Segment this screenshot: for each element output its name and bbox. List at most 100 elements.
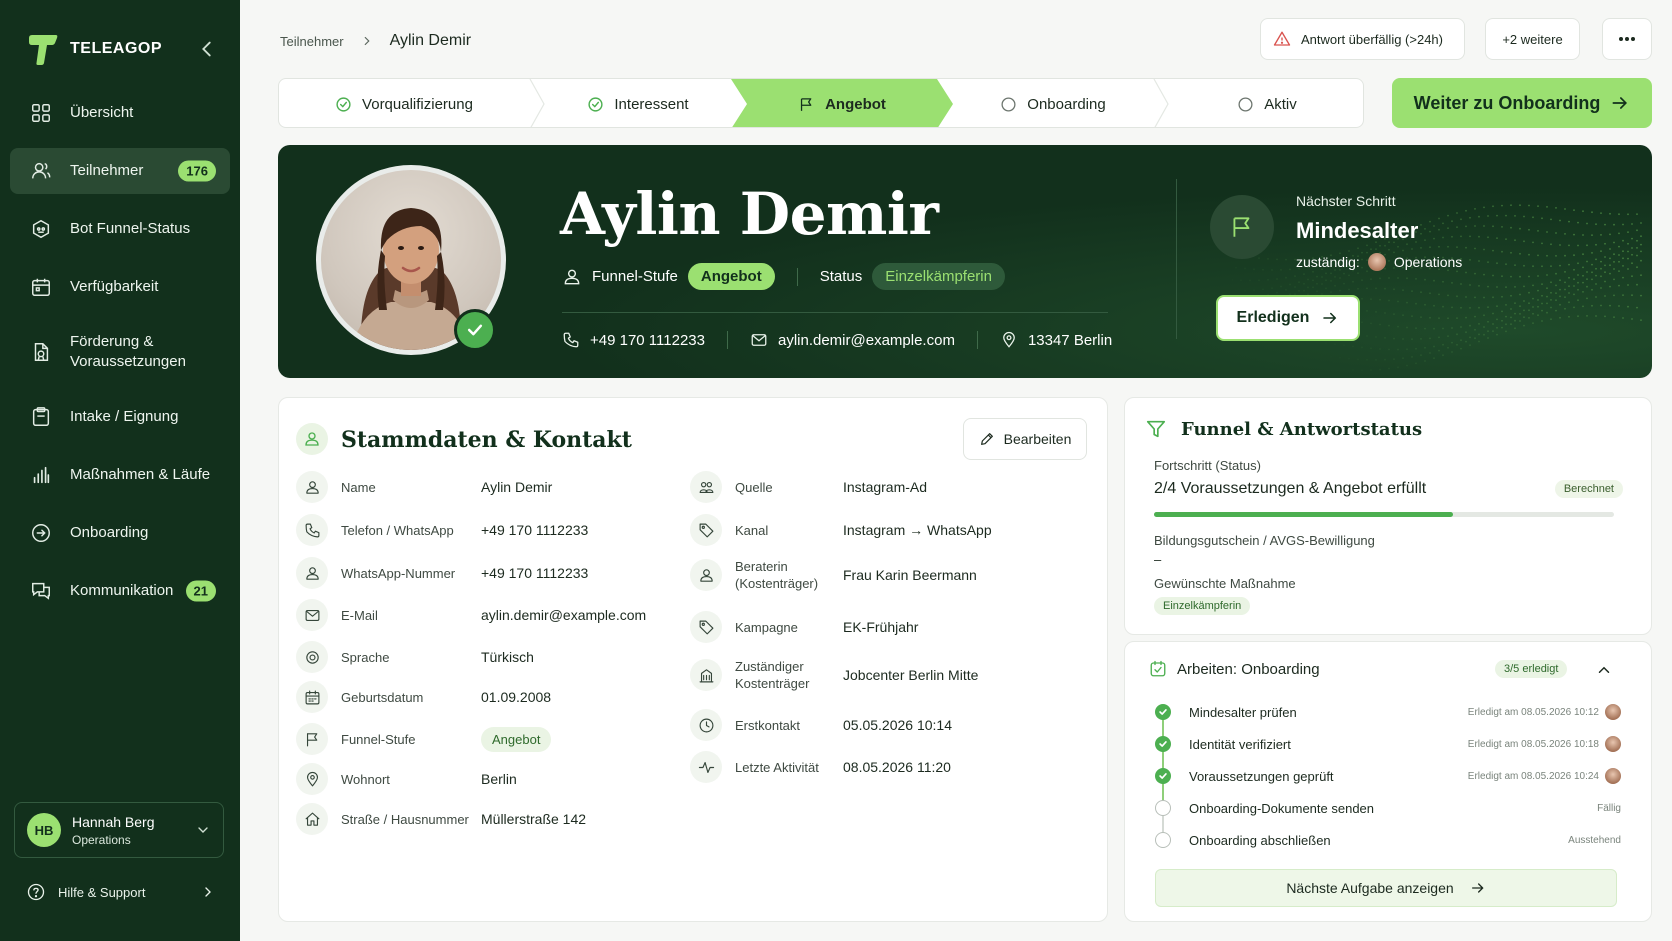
decorative-dot [1487, 320, 1489, 323]
card-title: Arbeiten: Onboarding [1177, 661, 1320, 678]
decorative-dot [1591, 211, 1593, 214]
step-onboarding[interactable]: Onboarding [953, 79, 1153, 127]
step-angebot[interactable]: Angebot [731, 79, 953, 128]
clock-icon [699, 718, 713, 732]
sidebar-item-intake[interactable]: Intake / Eignung [10, 394, 230, 440]
sidebar-item-massnahmen[interactable]: Maßnahmen & Läufe [10, 452, 230, 498]
decorative-dot [1492, 312, 1494, 315]
arrow-right-icon [1323, 312, 1337, 324]
arrow-right-icon [1612, 97, 1628, 109]
task-done-check[interactable] [1155, 704, 1171, 720]
task-name: Mindesalter prüfen [1189, 704, 1297, 720]
next-stage-button[interactable]: Weiter zu Onboarding [1392, 78, 1652, 128]
user-menu[interactable]: HB Hannah Berg Operations [14, 802, 224, 858]
decorative-dot [1631, 223, 1633, 225]
task-done-check[interactable] [1155, 736, 1171, 752]
task-meta: Fällig [1597, 802, 1621, 814]
decorative-dot [1636, 229, 1638, 232]
check-circle-icon [588, 96, 603, 112]
decorative-dot [1235, 290, 1237, 292]
task-item[interactable]: Onboarding-Dokumente senden Fällig [1155, 797, 1621, 819]
decorative-dot [1640, 235, 1642, 238]
sidebar-item-bot-funnel-status[interactable]: Bot Funnel-Status [10, 206, 230, 252]
brand[interactable]: TELEAGOP [26, 32, 162, 66]
task-item[interactable]: Onboarding abschließen Ausstehend [1155, 829, 1621, 851]
more-alerts-button[interactable]: +2 weitere [1485, 18, 1580, 60]
step-aktiv[interactable]: Aktiv [1169, 79, 1363, 127]
measure-label: Gewünschte Maßnahme [1154, 576, 1296, 591]
flag-icon [1233, 217, 1250, 237]
chevron-up-icon[interactable] [1595, 661, 1613, 679]
complete-step-button[interactable]: Erledigen [1216, 295, 1360, 341]
decorative-dot [1289, 283, 1291, 286]
decorative-dot [1510, 226, 1512, 229]
decorative-dot [1420, 232, 1422, 235]
sidebar-item-teilnehmer[interactable]: Teilnehmer 176 [10, 148, 230, 194]
decorative-dot [1550, 218, 1552, 221]
sidebar-item-onboarding[interactable]: Onboarding [10, 510, 230, 556]
decorative-dot [1577, 281, 1579, 284]
decorative-dot [1609, 272, 1611, 275]
decorative-dot [1564, 281, 1566, 284]
field-value: Türkisch [481, 649, 534, 665]
breadcrumb-parent[interactable]: Teilnehmer [280, 34, 344, 49]
phone-icon [563, 332, 579, 348]
step-vorqualifizierung[interactable]: Vorqualifizierung [279, 79, 529, 127]
task-item[interactable]: Identität verifiziert Erledigt am 08.05.2… [1155, 733, 1621, 755]
decorative-dot [1276, 258, 1278, 261]
card-title: Stammdaten & Kontakt [341, 427, 632, 453]
field-label: Wohnort [341, 771, 390, 787]
decorative-dot [1627, 213, 1629, 216]
decorative-dot [1438, 349, 1440, 352]
decorative-dot [1496, 237, 1498, 239]
decorative-dot [1618, 270, 1620, 272]
decorative-dot [1519, 293, 1521, 296]
phone-value[interactable]: +49 170 1112233 [590, 332, 705, 349]
decorative-dot [1505, 323, 1507, 326]
decorative-dot [1537, 205, 1539, 207]
decorative-dot [1559, 303, 1561, 306]
email-value[interactable]: aylin.demir@example.com [778, 332, 955, 349]
sidebar: TELEAGOP Übersicht Teilnehmer 176 Bot Fu… [0, 0, 240, 941]
decorative-dot [1289, 268, 1291, 271]
overdue-alert-button[interactable]: Antwort überfällig (>24h) [1260, 18, 1465, 60]
sidebar-item-kommunikation[interactable]: Kommunikation 21 [10, 568, 230, 614]
decorative-dot [1397, 325, 1399, 328]
task-done-check[interactable] [1155, 768, 1171, 784]
help-support-link[interactable]: Hilfe & Support [26, 882, 212, 902]
decorative-dot [1514, 264, 1516, 266]
sidebar-item-foerderung[interactable]: Förderung & Voraussetzungen [10, 322, 230, 382]
collapse-sidebar-icon[interactable] [196, 38, 218, 60]
field-icon-circle [690, 559, 722, 591]
task-open-check[interactable] [1155, 800, 1171, 816]
decorative-dot [1433, 279, 1435, 282]
decorative-dot [1582, 266, 1584, 269]
edit-button[interactable]: Bearbeiten [963, 418, 1087, 460]
decorative-dot [1510, 294, 1512, 297]
decorative-dot [1465, 316, 1467, 319]
sidebar-item-verfuegbarkeit[interactable]: Verfügbarkeit [10, 264, 230, 310]
decorative-dot [1622, 276, 1624, 279]
breadcrumb: Teilnehmer Aylin Demir [280, 32, 471, 50]
next-task-button[interactable]: Nächste Aufgabe anzeigen [1155, 869, 1617, 907]
decorative-dot [1442, 236, 1444, 239]
decorative-dot [1429, 337, 1431, 340]
decorative-dot [1352, 369, 1354, 371]
more-options-button[interactable] [1602, 18, 1652, 60]
decorative-dot [1640, 319, 1642, 321]
decorative-dot [1501, 275, 1503, 278]
decorative-dot [1640, 250, 1642, 253]
task-item[interactable]: Mindesalter prüfen Erledigt am 08.05.2026… [1155, 701, 1621, 723]
step-interessent[interactable]: Interessent [545, 79, 731, 127]
decorative-dot [1465, 246, 1467, 249]
task-item[interactable]: Voraussetzungen geprüft Erledigt am 08.05… [1155, 765, 1621, 787]
next-stage-label: Weiter zu Onboarding [1413, 92, 1601, 113]
decorative-dot [1519, 252, 1521, 255]
decorative-dot [1622, 257, 1624, 260]
decorative-dot [1496, 214, 1498, 217]
decorative-dot [1609, 248, 1611, 250]
decorative-dot [1366, 287, 1368, 290]
task-open-check[interactable] [1155, 832, 1171, 848]
decorative-dot [1357, 358, 1359, 361]
sidebar-item-uebersicht[interactable]: Übersicht [10, 90, 230, 136]
